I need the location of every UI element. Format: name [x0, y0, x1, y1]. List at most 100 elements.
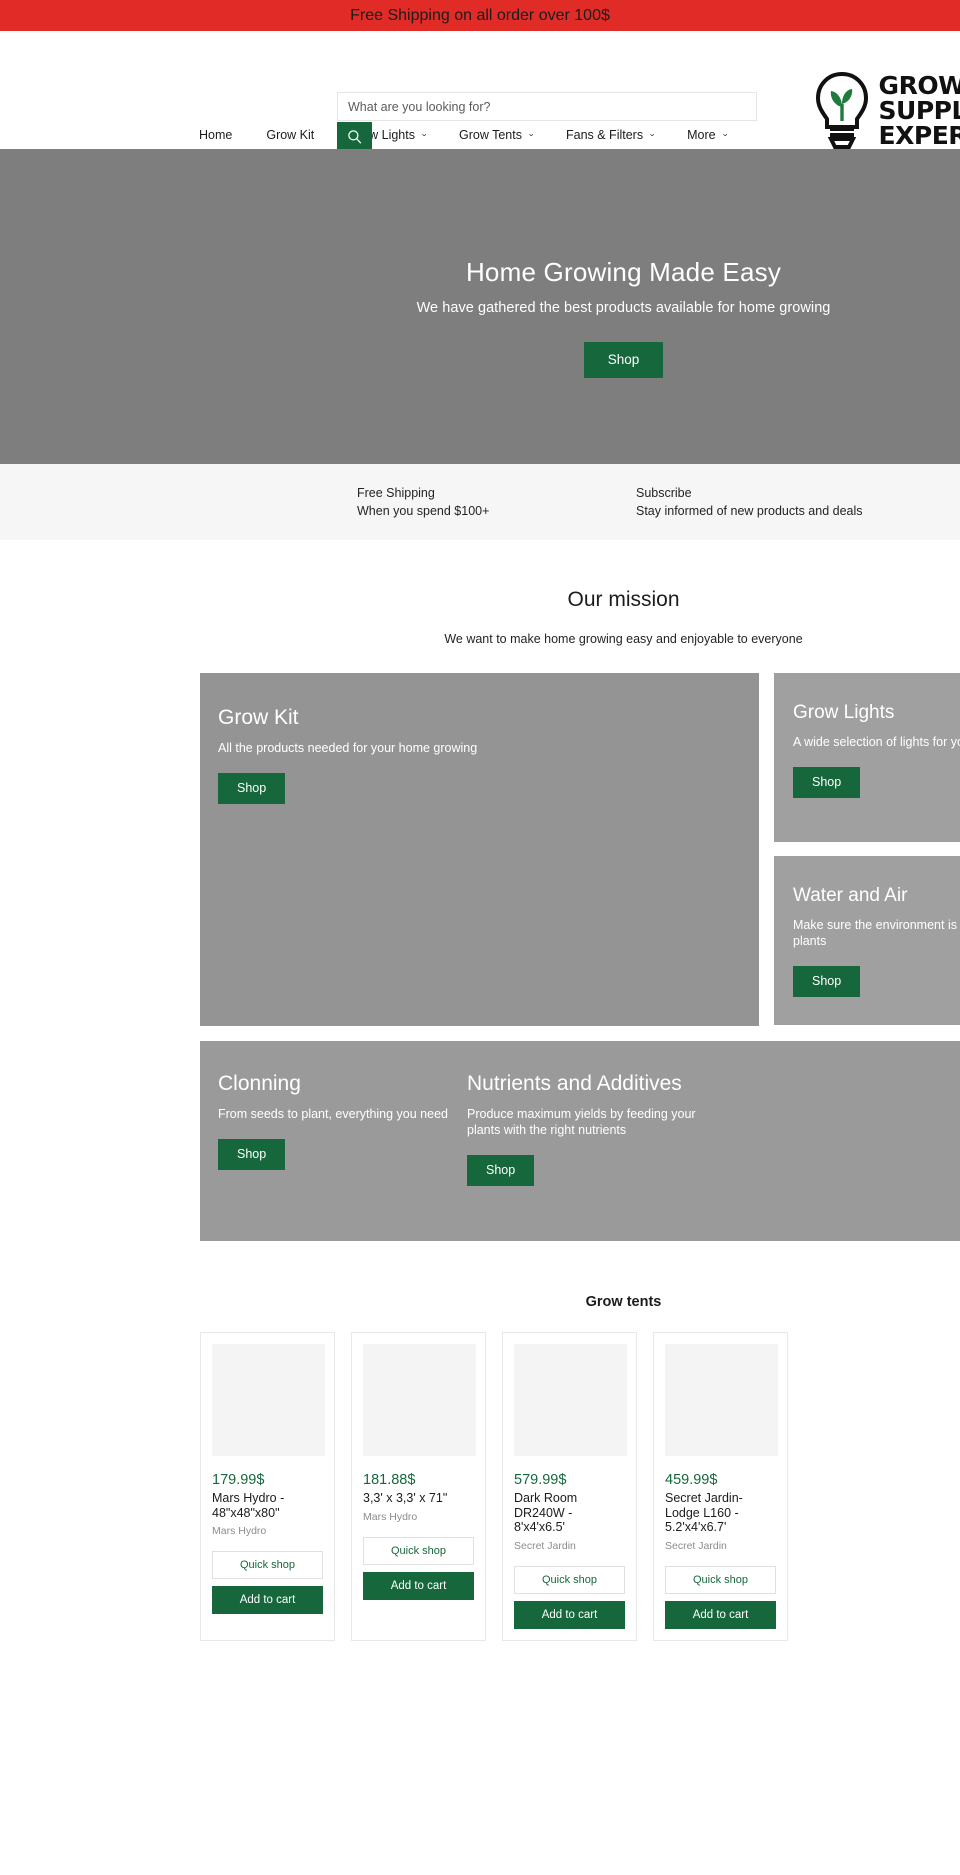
promo-cta-wrap: Shop [793, 767, 960, 798]
promo-grid: Grow Kit All the products needed for you… [0, 646, 960, 1241]
quick-shop-button[interactable]: Quick shop [665, 1565, 776, 1594]
promo-shop-button[interactable]: Shop [218, 773, 286, 804]
product-price: 179.99$ [212, 1472, 265, 1488]
lightbulb-sprout-icon [815, 71, 868, 149]
logo-line-2: SUPPLY [878, 95, 960, 125]
logo-line-1: GROW [878, 70, 960, 100]
search-submit-button[interactable] [337, 122, 372, 150]
promo-desc: All the products needed for your home gr… [218, 741, 478, 755]
promo-title: Grow Lights [793, 702, 895, 723]
mission-title: Our mission [567, 588, 680, 611]
product-vendor: Secret Jardin [514, 1539, 576, 1552]
promo-shop-button[interactable]: Shop [467, 1155, 535, 1186]
feature-desc: When you spend $100+ [357, 504, 490, 518]
product-card[interactable]: 179.99$ Mars Hydro - 48"x48"x80" Mars Hy… [200, 1332, 335, 1641]
chevron-down-icon: ‹ [646, 133, 657, 137]
add-to-cart-button[interactable]: Add to cart [212, 1586, 323, 1614]
feature-free-shipping: Free Shipping When you spend $100+ [357, 484, 636, 520]
feature-title: Subscribe [636, 486, 692, 500]
announcement-bar: Free Shipping on all order over 100$ [0, 0, 960, 31]
product-price: 579.99$ [514, 1472, 567, 1488]
nav-label: Grow Tents [458, 128, 522, 142]
logo-wordmark: GROW SUPPLY EXPERTS [879, 73, 960, 148]
promo-card-nutrients[interactable]: Nutrients and Additives Produce maximum … [467, 1071, 699, 1241]
products-section-title: Grow tents [585, 1294, 662, 1310]
hero-shop-button[interactable]: Shop [583, 342, 664, 378]
promo-desc: A wide selection of lights for your plan… [793, 735, 960, 749]
add-to-cart-button[interactable]: Add to cart [514, 1600, 625, 1629]
product-name: Dark Room DR240W - 8'x4'x6.5' [514, 1491, 578, 1534]
search-input[interactable] [337, 92, 757, 121]
promo-title: Grow Kit [218, 706, 299, 729]
nav-item-grow-tents[interactable]: Grow Tents ‹ [459, 128, 549, 142]
promo-desc: Make sure the environment is right for y… [793, 918, 960, 948]
promo-side-column: Grow Lights A wide selection of lights f… [774, 673, 960, 1026]
product-image [363, 1344, 476, 1456]
product-price: 181.88$ [363, 1472, 416, 1488]
product-vendor: Secret Jardin [665, 1539, 727, 1552]
promo-card-grow-lights[interactable]: Grow Lights A wide selection of lights f… [774, 673, 960, 842]
hero-title: Home Growing Made Easy [465, 257, 782, 287]
promo-card-grow-kit[interactable]: Grow Kit All the products needed for you… [200, 673, 759, 1026]
quick-shop-button[interactable]: Quick shop [363, 1536, 474, 1565]
product-grid: 179.99$ Mars Hydro - 48"x48"x80" Mars Hy… [0, 1310, 960, 1641]
product-name: 3,3' x 3,3' x 71" [363, 1491, 448, 1505]
product-name: Mars Hydro - 48"x48"x80" [212, 1491, 285, 1520]
product-image [514, 1344, 627, 1456]
chevron-down-icon: ‹ [525, 133, 536, 137]
add-to-cart-button[interactable]: Add to cart [665, 1600, 776, 1629]
promo-title: Water and Air [793, 885, 908, 906]
site-header: GROW SUPPLY EXPERTS [0, 31, 960, 150]
mission-subtitle: We want to make home growing easy and en… [444, 632, 803, 646]
feature-desc: Stay informed of new products and deals [636, 504, 863, 518]
promo-card-clonning[interactable]: Clonning From seeds to plant, everything… [218, 1071, 450, 1241]
feature-title: Free Shipping [357, 486, 435, 500]
promo-card-water-and-air[interactable]: Water and Air Make sure the environment … [774, 856, 960, 1025]
hero-cta-wrap: Shop [287, 342, 960, 378]
product-name: Secret Jardin- Lodge L160 - 5.2'x4'x6.7' [665, 1491, 743, 1534]
promo-cta-wrap: Shop [218, 1139, 450, 1170]
nav-label: Grow Kit [266, 128, 315, 142]
product-card[interactable]: 459.99$ Secret Jardin- Lodge L160 - 5.2'… [653, 1332, 788, 1641]
product-card[interactable]: 181.88$ 3,3' x 3,3' x 71" Mars Hydro Qui… [351, 1332, 486, 1641]
hero-banner: Home Growing Made Easy We have gathered … [0, 149, 960, 464]
promo-desc: From seeds to plant, everything you need [218, 1107, 448, 1121]
quick-shop-button[interactable]: Quick shop [514, 1565, 625, 1594]
nav-item-fans-filters[interactable]: Fans & Filters ‹ [566, 128, 670, 142]
chevron-down-icon: ‹ [418, 133, 429, 137]
product-image [212, 1344, 325, 1456]
nav-label: Fans & Filters [565, 128, 644, 142]
nav-item-home[interactable]: Home [199, 128, 249, 142]
nav-label: More [687, 128, 716, 142]
promo-cta-wrap: Shop [467, 1155, 699, 1186]
hero-subtitle: We have gathered the best products avail… [416, 300, 831, 316]
promo-shop-button[interactable]: Shop [218, 1139, 286, 1170]
product-price: 459.99$ [665, 1472, 718, 1488]
mission-section: Our mission We want to make home growing… [0, 540, 960, 646]
nav-item-grow-kit[interactable]: Grow Kit [266, 128, 331, 142]
product-vendor: Mars Hydro [363, 1510, 418, 1523]
promo-desc: Produce maximum yields by feeding your p… [467, 1107, 696, 1137]
product-image [665, 1344, 778, 1456]
feature-subscribe: Subscribe Stay informed of new products … [636, 484, 915, 520]
promo-shop-button[interactable]: Shop [793, 767, 861, 798]
promo-title: Nutrients and Additives [467, 1072, 682, 1095]
promo-shop-button[interactable]: Shop [793, 966, 861, 997]
promo-cta-wrap: Shop [793, 966, 960, 997]
quick-shop-button[interactable]: Quick shop [212, 1551, 323, 1579]
nav-label: Home [199, 128, 233, 142]
products-section: Grow tents 179.99$ Mars Hydro - 48"x48"x… [0, 1241, 960, 1641]
add-to-cart-button[interactable]: Add to cart [363, 1571, 474, 1600]
hero-content: Home Growing Made Easy We have gathered … [0, 255, 960, 378]
product-vendor: Mars Hydro [212, 1525, 267, 1537]
search-area [337, 92, 757, 150]
promo-cta-wrap: Shop [218, 773, 759, 804]
feature-strip: Free Shipping When you spend $100+ Subsc… [0, 464, 960, 540]
product-card[interactable]: 579.99$ Dark Room DR240W - 8'x4'x6.5' Se… [502, 1332, 637, 1641]
promo-title: Clonning [218, 1072, 301, 1095]
announcement-text: Free Shipping on all order over 100$ [350, 6, 610, 24]
nav-item-more[interactable]: More ‹ [687, 128, 742, 142]
chevron-down-icon: ‹ [719, 133, 730, 137]
site-logo[interactable]: GROW SUPPLY EXPERTS [811, 71, 960, 149]
search-icon [348, 129, 362, 143]
